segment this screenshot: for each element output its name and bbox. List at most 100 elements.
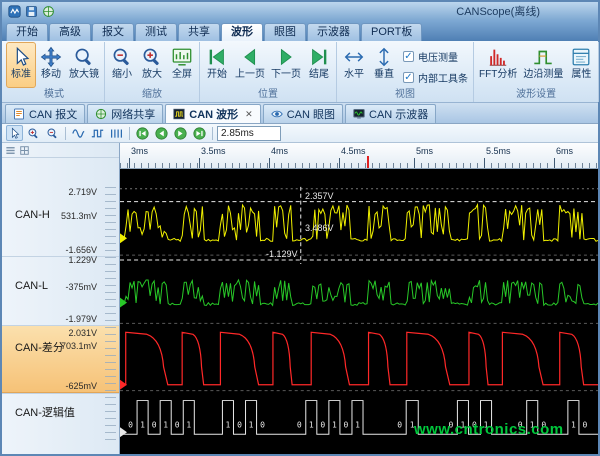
inner-toolbar-checkbox[interactable]: ✓ 内部工具条 — [403, 70, 468, 85]
save-icon[interactable] — [25, 5, 38, 18]
ribbon-group-zoom: 缩小 放大 全屏 缩放 — [105, 42, 200, 102]
go-last-frame-button[interactable] — [191, 125, 208, 141]
voltage-measure-checkbox[interactable]: ✓ 电压测量 — [403, 49, 468, 64]
ribbon-group-wave-settings: FFT分析 边沿测量 属性 波形设置 — [474, 42, 599, 102]
doc-tab-can-waveform[interactable]: CAN 波形 ✕ — [165, 104, 260, 123]
horizontal-button[interactable]: 水平 — [339, 42, 369, 88]
doc-tab-label: CAN 示波器 — [369, 106, 428, 122]
zoom-in-tool[interactable] — [25, 125, 42, 141]
magnifier-mode-button[interactable]: 放大镜 — [66, 42, 102, 88]
watermark-text: www.cntronics.com — [414, 421, 564, 438]
zoom-out-tool[interactable] — [44, 125, 61, 141]
doc-tab-can-messages[interactable]: CAN 报文 — [5, 104, 85, 123]
cursor-icon — [10, 46, 32, 68]
can-h-baseline-marker — [120, 233, 127, 243]
cursor-delta-voltage-label: 3.486V — [305, 223, 334, 233]
ribbon-tab-messages[interactable]: 报文 — [92, 23, 134, 41]
properties-button[interactable]: 属性 — [566, 42, 596, 88]
device-connect-icon[interactable] — [42, 5, 55, 18]
select-cursor-tool[interactable] — [6, 125, 23, 141]
channel-name-candiff[interactable]: CAN-差分 — [15, 339, 64, 355]
channel-grid-icon[interactable] — [19, 145, 30, 156]
toolbar-separator — [212, 127, 213, 140]
channel-list-icon[interactable] — [5, 145, 16, 156]
channel-name-canl[interactable]: CAN-L — [15, 280, 48, 292]
ribbon-tab-advanced[interactable]: 高级 — [49, 23, 91, 41]
app-icon[interactable] — [8, 5, 21, 18]
zoom-in-button[interactable]: 放大 — [137, 42, 167, 88]
edge-measure-button[interactable]: 边沿测量 — [520, 42, 566, 88]
ribbon-group-position: 开始 上一页 下一页 结尾 位置 — [200, 42, 337, 102]
ribbon-tab-test[interactable]: 测试 — [135, 23, 177, 41]
go-first-frame-button[interactable] — [134, 125, 151, 141]
ribbon-body: 标准 移动 放大镜 模式 缩小 — [2, 41, 598, 103]
ribbon-tab-start[interactable]: 开始 — [6, 23, 48, 41]
prev-page-button[interactable]: 上一页 — [232, 42, 268, 88]
sine-wave-icon — [72, 127, 85, 140]
checkbox-check-icon: ✓ — [403, 72, 414, 83]
button-label: 水平 — [344, 69, 364, 80]
channel-divider — [2, 393, 119, 394]
first-frame-icon — [136, 127, 149, 140]
channel-panel: 2.719V CAN-H 531.3mV -1.656V 1.229V CAN-… — [2, 143, 120, 454]
digital-wave-tool[interactable] — [89, 125, 106, 141]
fft-analysis-button[interactable]: FFT分析 — [476, 42, 520, 88]
close-tab-icon[interactable]: ✕ — [245, 109, 253, 120]
ruler-tick-label: 5.5ms — [486, 146, 511, 156]
button-label: 结尾 — [309, 69, 329, 80]
ribbon-tab-waveform[interactable]: 波形 — [221, 23, 263, 41]
ribbon-tab-eye[interactable]: 眼图 — [264, 23, 306, 41]
canl-vmin-label: -1.979V — [65, 314, 97, 324]
ribbon-tab-share[interactable]: 共享 — [178, 23, 220, 41]
vertical-button[interactable]: 垂直 — [369, 42, 399, 88]
waveform-doc-icon — [173, 108, 185, 120]
ruler-minor-ticks — [120, 163, 598, 168]
waveform-canvas[interactable]: 010101101001010101010101010 2.357V 3.486… — [120, 169, 598, 454]
channel-panel-header — [2, 143, 119, 158]
analog-wave-tool[interactable] — [70, 125, 87, 141]
logic-bit-label: 0 — [344, 420, 349, 429]
doc-tab-label: CAN 眼图 — [287, 106, 335, 122]
ruler-tick-label: 4.5ms — [341, 146, 366, 156]
next-frame-button[interactable] — [172, 125, 189, 141]
ruler-cursor-marker[interactable] — [367, 156, 369, 168]
channel-name-canlogic[interactable]: CAN-逻辑值 — [15, 404, 75, 420]
ruler-major-tick — [554, 158, 555, 168]
canh-vmin-label: -1.656V — [65, 245, 97, 255]
full-screen-button[interactable]: 全屏 — [167, 42, 197, 88]
message-doc-icon — [13, 108, 25, 120]
skip-start-icon — [206, 46, 228, 68]
waveform-display-area: 3ms3.5ms4ms4.5ms5ms5.5ms6ms 010101101001… — [120, 143, 598, 454]
prev-page-icon — [239, 46, 261, 68]
channel-divider — [2, 325, 119, 326]
checkbox-label: 内部工具条 — [418, 70, 468, 85]
go-start-button[interactable]: 开始 — [202, 42, 232, 88]
prev-frame-button[interactable] — [153, 125, 170, 141]
zoom-in-icon — [141, 46, 163, 68]
ribbon-tab-port[interactable]: PORT板 — [361, 23, 422, 41]
doc-tab-can-eye[interactable]: CAN 眼图 — [263, 104, 343, 123]
button-label: 移动 — [41, 69, 61, 80]
standard-mode-button[interactable]: 标准 — [6, 42, 36, 88]
logic-bit-label: 0 — [320, 420, 325, 429]
doc-tab-network-share[interactable]: 网络共享 — [87, 104, 163, 123]
move-mode-button[interactable]: 移动 — [36, 42, 66, 88]
eye-diagram-icon — [271, 108, 283, 120]
logic-bit-label: 1 — [140, 420, 145, 429]
candiff-offset-label: 703.1mV — [61, 341, 97, 351]
time-position-input[interactable] — [217, 126, 281, 141]
move-icon — [40, 46, 62, 68]
button-label: 缩小 — [112, 69, 132, 80]
channel-name-canh[interactable]: CAN-H — [15, 209, 50, 221]
next-page-button[interactable]: 下一页 — [268, 42, 304, 88]
ruler-major-tick — [339, 158, 340, 168]
ribbon-tab-oscilloscope[interactable]: 示波器 — [307, 23, 360, 41]
doc-tab-can-oscilloscope[interactable]: CAN 示波器 — [345, 104, 436, 123]
pulse-wave-tool[interactable] — [108, 125, 125, 141]
canh-vmax-label: 2.719V — [68, 187, 97, 197]
zoom-out-button[interactable]: 缩小 — [107, 42, 137, 88]
ribbon-group-view: 水平 垂直 ✓ 电压测量 ✓ 内部工具条 视图 — [337, 42, 474, 102]
logic-bit-label: 0 — [237, 420, 242, 429]
go-end-button[interactable]: 结尾 — [304, 42, 334, 88]
channel-divider — [2, 256, 119, 257]
